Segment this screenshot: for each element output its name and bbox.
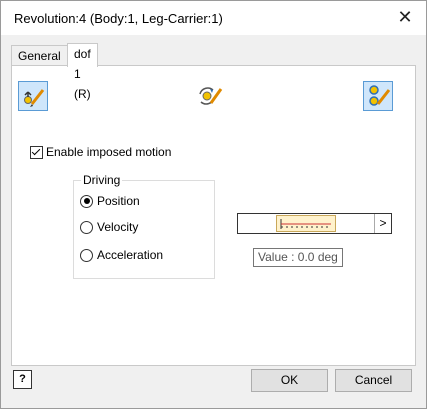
help-icon[interactable]: ?: [13, 370, 32, 389]
radio-button[interactable]: [80, 194, 93, 208]
close-icon[interactable]: ✕: [394, 6, 416, 28]
position-pencil-icon[interactable]: [18, 81, 48, 111]
title-bar: Revolution:4 (Body:1, Leg-Carrier:1) ✕: [1, 1, 426, 35]
dialog-window: Revolution:4 (Body:1, Leg-Carrier:1) ✕ G…: [0, 0, 427, 409]
driving-group: Driving Position Velocity Acceleration: [73, 173, 215, 279]
tab-panel: Enable imposed motion Driving Position V…: [11, 65, 416, 366]
value-slider[interactable]: >: [237, 213, 392, 234]
checkbox-label: Enable imposed motion: [46, 145, 172, 159]
radio-label: Acceleration: [97, 248, 164, 262]
rotation-pencil-icon[interactable]: [196, 81, 224, 109]
radio-velocity[interactable]: Velocity: [80, 220, 138, 234]
radio-label: Position: [97, 194, 140, 208]
radio-position[interactable]: Position: [80, 194, 140, 208]
slider-thumb[interactable]: [276, 215, 336, 232]
cancel-button[interactable]: Cancel: [335, 369, 412, 392]
radio-button[interactable]: [80, 248, 93, 262]
driving-group-label: Driving: [81, 173, 123, 187]
joint-pencil-icon[interactable]: [363, 81, 393, 111]
checkbox-box[interactable]: [30, 145, 43, 159]
tab-dof1[interactable]: dof 1 (R): [67, 43, 98, 101]
radio-label: Velocity: [97, 220, 139, 234]
window-title: Revolution:4 (Body:1, Leg-Carrier:1): [14, 11, 223, 26]
radio-acceleration[interactable]: Acceleration: [80, 248, 163, 262]
value-tooltip: Value : 0.0 deg: [253, 248, 343, 267]
enable-imposed-motion-checkbox[interactable]: Enable imposed motion: [30, 145, 171, 159]
slider-right-arrow[interactable]: >: [374, 214, 391, 233]
radio-button[interactable]: [80, 220, 93, 234]
tab-general[interactable]: General: [11, 45, 68, 66]
ok-button[interactable]: OK: [251, 369, 328, 392]
